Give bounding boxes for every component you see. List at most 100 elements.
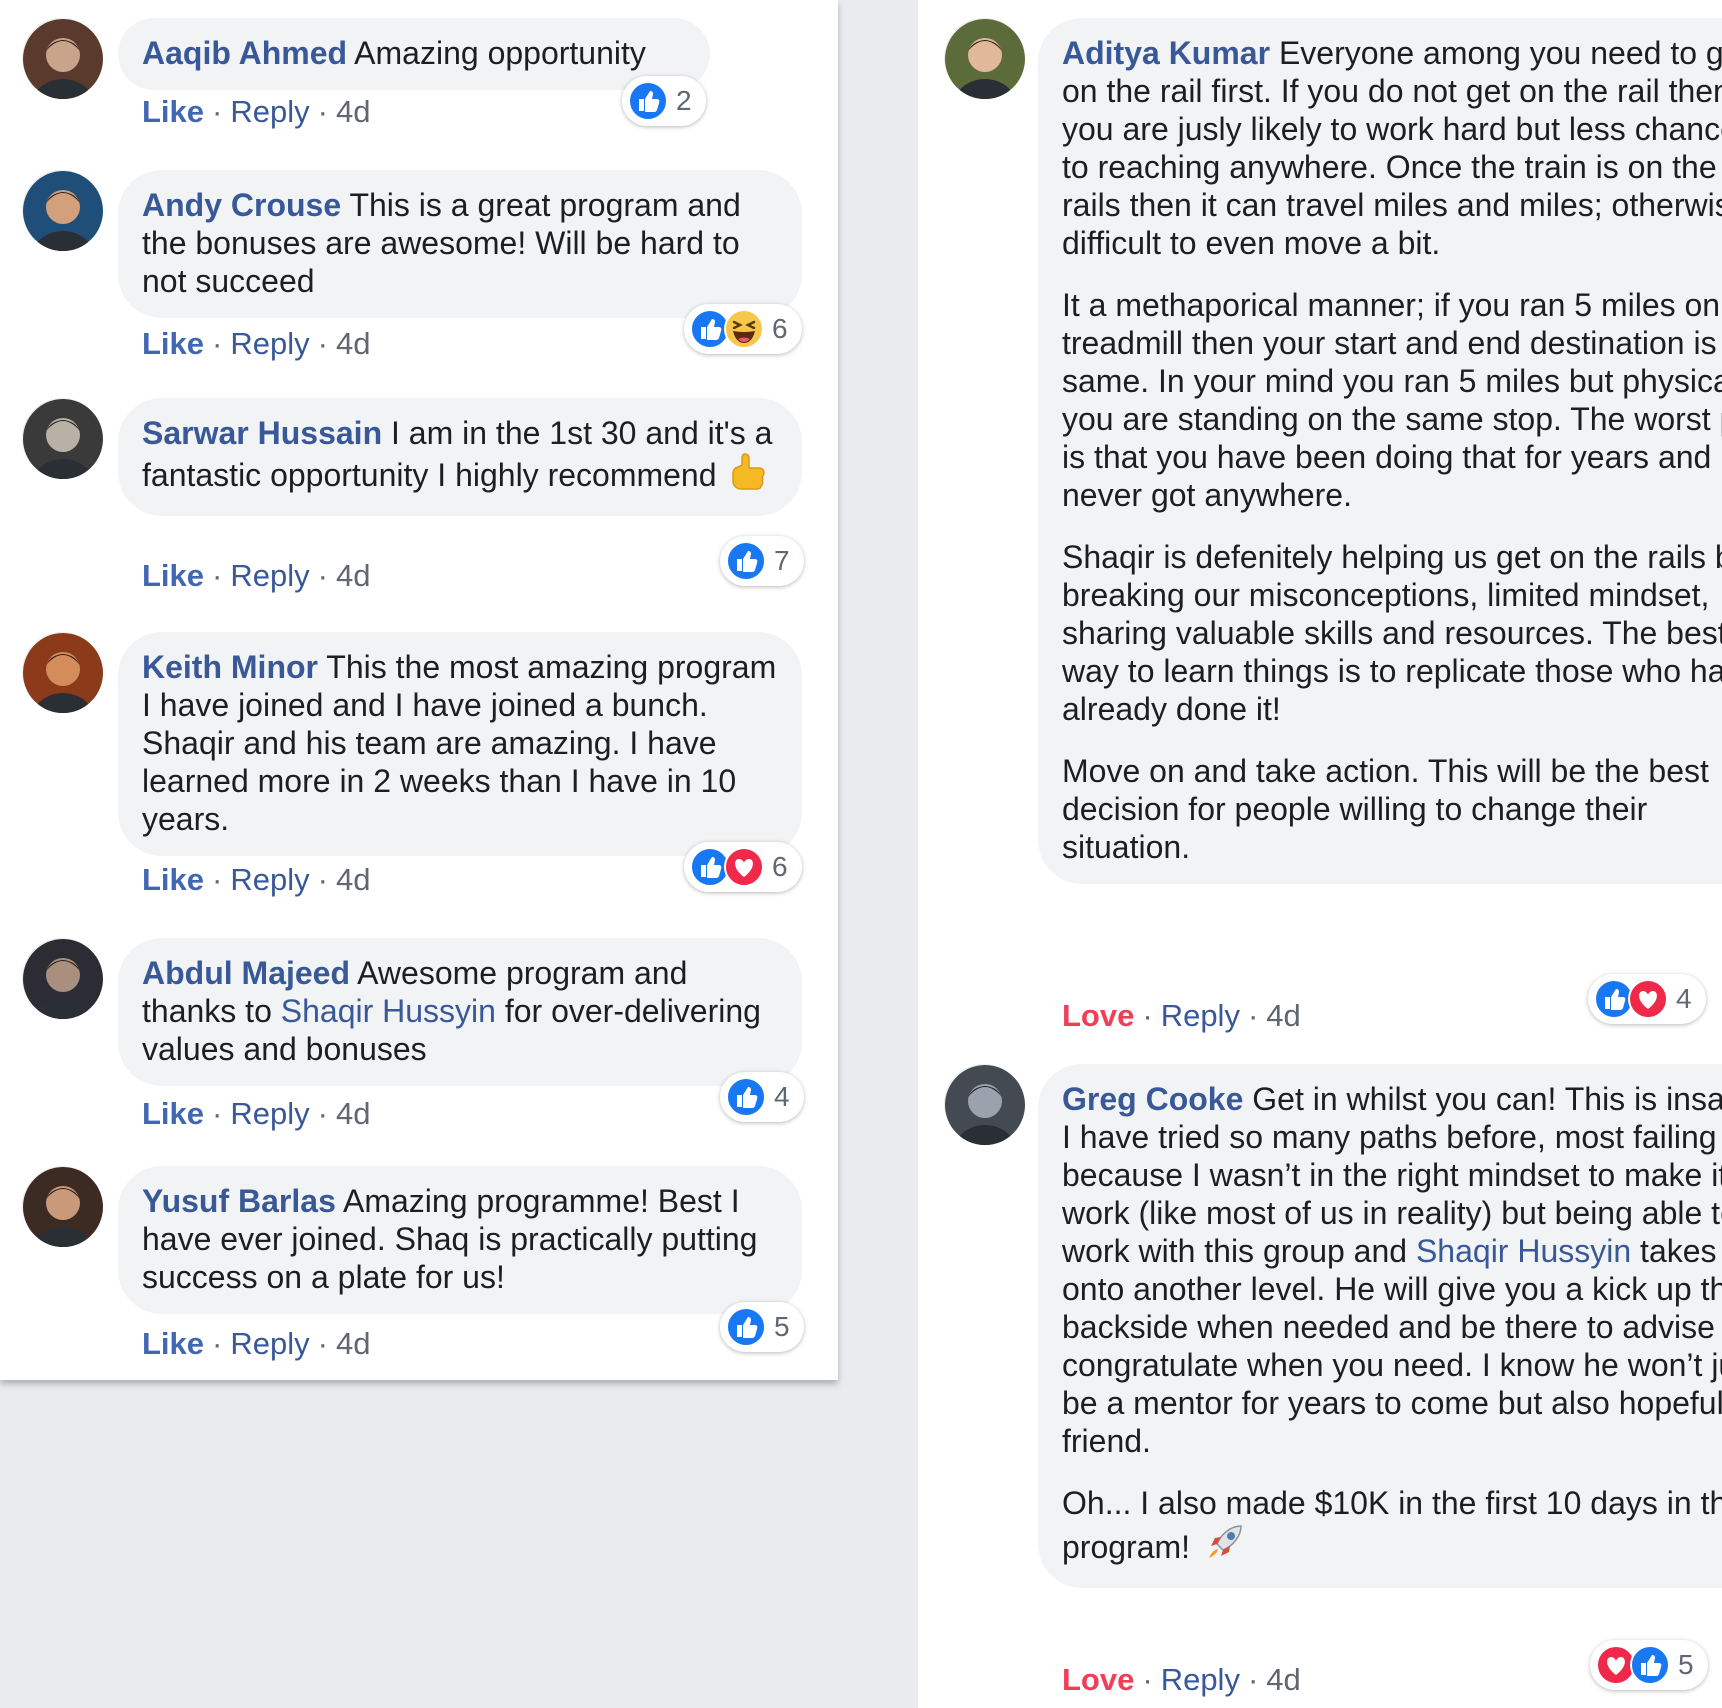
reaction-summary[interactable]: 2 [622,76,706,126]
reaction-count: 4 [774,1081,790,1112]
comment-timestamp[interactable]: 4d [336,862,370,897]
comment-author[interactable]: Aditya Kumar [1062,35,1270,71]
reaction-summary[interactable]: 7 [720,536,804,586]
like-button[interactable]: Like [142,1326,204,1361]
reaction-count: 7 [774,545,790,576]
reply-button[interactable]: Reply [230,326,309,361]
reaction-count: 4 [1676,983,1692,1014]
separator-dot: · [317,558,328,593]
comment-actions: Love · Reply · 4d [1062,998,1301,1034]
like-button[interactable]: Like [142,558,204,593]
comment-author[interactable]: Abdul Majeed [142,955,350,991]
reply-button[interactable]: Reply [230,1326,309,1361]
reaction-summary[interactable]: 4 [1588,974,1706,1024]
avatar[interactable] [22,398,103,479]
reaction-icons [726,1307,766,1347]
reply-button[interactable]: Reply [230,94,309,129]
avatar[interactable] [22,170,103,251]
separator-dot: · [1247,998,1259,1033]
reaction-icons [1596,1645,1670,1685]
comment-paragraph: Keith Minor This the most amazing progra… [142,648,778,838]
separator-dot: · [317,326,328,361]
comment-bubble: Greg Cooke Get in whilst you can! This i… [1038,1064,1722,1588]
comment-author[interactable]: Keith Minor [142,649,318,685]
avatar[interactable] [22,18,103,99]
avatar[interactable] [22,1166,103,1247]
mention-link[interactable]: Shaqir Hussyin [281,993,496,1029]
reply-button[interactable]: Reply [1161,998,1240,1033]
reaction-icons [690,847,764,887]
comment-timestamp[interactable]: 4d [336,94,370,129]
reaction-count: 6 [772,313,788,344]
separator-dot: · [212,1326,223,1361]
separator-dot: · [1142,998,1153,1033]
right-comments-panel: Aditya Kumar Everyone among you need to … [918,0,1722,1708]
comment-paragraph: Abdul Majeed Awesome program and thanks … [142,954,778,1068]
reaction-summary[interactable]: 4 [720,1072,804,1122]
separator-dot: · [212,94,223,129]
love-icon [724,847,764,887]
comment-author[interactable]: Andy Crouse [142,187,341,223]
comment-timestamp[interactable]: 4d [336,1326,370,1361]
avatar[interactable] [22,632,103,713]
like-icon [1630,1645,1670,1685]
like-icon [726,1077,766,1117]
like-icon [628,81,668,121]
separator-dot: · [317,94,328,129]
avatar[interactable] [944,1064,1025,1145]
like-icon [726,541,766,581]
avatar[interactable] [22,938,103,1019]
comment-paragraph: It a methaporical manner; if you ran 5 m… [1062,286,1722,514]
comment-paragraph: Aaqib Ahmed Amazing opportunity [142,34,686,72]
separator-dot: · [212,1096,223,1131]
comment-bubble: Andy Crouse This is a great program and … [118,170,802,318]
comment-author[interactable]: Greg Cooke [1062,1081,1243,1117]
comment-paragraph: Shaqir is defenitely helping us get on t… [1062,538,1722,728]
reaction-summary[interactable]: 5 [1590,1640,1708,1690]
comment-bubble: Sarwar Hussain I am in the 1st 30 and it… [118,398,802,516]
like-button[interactable]: Like [142,94,204,129]
comment-author[interactable]: Yusuf Barlas [142,1183,336,1219]
reaction-summary[interactable]: 6 [684,842,802,892]
reaction-icons [690,309,764,349]
reaction-icons [726,1077,766,1117]
comment-timestamp[interactable]: 4d [336,558,370,593]
like-button[interactable]: Like [142,862,204,897]
reply-button[interactable]: Reply [1161,1662,1240,1697]
comment-actions: Like · Reply · 4d [142,94,370,130]
comment-timestamp[interactable]: 4d [336,1096,370,1131]
separator-dot: · [317,862,328,897]
comment-author[interactable]: Aaqib Ahmed [142,35,347,71]
reaction-icons [726,541,766,581]
love-button[interactable]: Love [1062,1662,1134,1697]
rocket-icon [1205,1522,1245,1570]
pointing-hand-icon [731,452,767,498]
reaction-summary[interactable]: 5 [720,1302,804,1352]
reply-button[interactable]: Reply [230,558,309,593]
separator-dot: · [1142,1662,1153,1697]
comment-bubble: Aditya Kumar Everyone among you need to … [1038,18,1722,884]
comment-author[interactable]: Sarwar Hussain [142,415,382,451]
like-icon [1594,979,1634,1019]
comment-text: Oh... I also made $10K in the first 10 d… [1062,1485,1722,1565]
comment-paragraph: Sarwar Hussain I am in the 1st 30 and it… [142,414,778,498]
comment-paragraph: Greg Cooke Get in whilst you can! This i… [1062,1080,1722,1460]
comment-timestamp[interactable]: 4d [1266,1662,1300,1697]
avatar[interactable] [944,18,1025,99]
reaction-count: 6 [772,851,788,882]
like-button[interactable]: Like [142,326,204,361]
reaction-summary[interactable]: 6 [684,304,802,354]
comment-timestamp[interactable]: 4d [1266,998,1300,1033]
mention-link[interactable]: Shaqir Hussyin [1416,1233,1631,1269]
comment-timestamp[interactable]: 4d [336,326,370,361]
like-button[interactable]: Like [142,1096,204,1131]
love-button[interactable]: Love [1062,998,1134,1033]
comment-bubble: Aaqib Ahmed Amazing opportunity [118,18,710,90]
comment-actions: Like · Reply · 4d [142,326,370,362]
comment-actions: Like · Reply · 4d [142,1096,370,1132]
comment-paragraph: Oh... I also made $10K in the first 10 d… [1062,1484,1722,1570]
reply-button[interactable]: Reply [230,862,309,897]
reply-button[interactable]: Reply [230,1096,309,1131]
haha-icon [724,309,764,349]
comment-actions: Like · Reply · 4d [142,558,370,594]
